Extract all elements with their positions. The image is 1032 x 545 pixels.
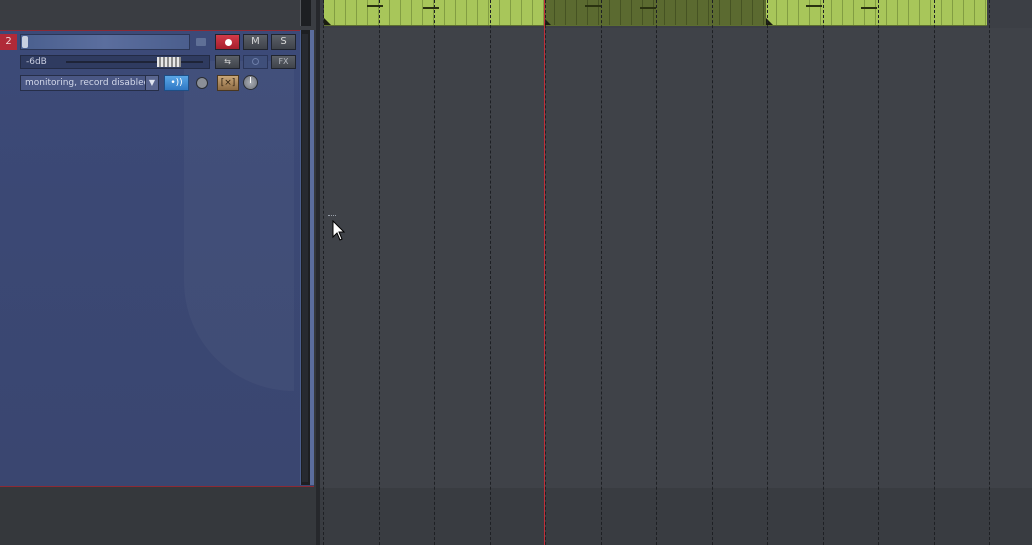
volume-fader-knob[interactable] [157, 57, 181, 67]
mute-button[interactable]: M [243, 34, 268, 50]
midi-item-selected[interactable] [544, 0, 766, 26]
volume-fader[interactable]: -6dB [20, 55, 210, 69]
track-name-grip [22, 36, 28, 48]
monitor-mode-select[interactable]: monitoring, record disabled: n ▼ [20, 75, 159, 91]
gridline [323, 0, 324, 545]
volume-fader-track [66, 61, 203, 63]
monitor-mode-value: monitoring, record disabled: n [25, 78, 159, 88]
track-color-strip [310, 30, 314, 485]
gridline [989, 0, 990, 545]
item-corner-icon [324, 18, 331, 25]
midi-item[interactable] [766, 0, 987, 26]
record-arm-button[interactable] [215, 34, 240, 50]
previous-track-strip [0, 0, 316, 30]
automation-icon: [×] [220, 78, 236, 88]
tcp-scrollbar-top[interactable] [300, 0, 311, 26]
phase-button[interactable] [196, 77, 208, 89]
automation-mode-button[interactable]: [×] [217, 75, 239, 91]
routing-button[interactable]: ⇆ [215, 55, 240, 69]
gridline [601, 0, 602, 545]
empty-tcp-area[interactable] [0, 487, 316, 545]
gridline [434, 0, 435, 545]
gridline [934, 0, 935, 545]
tcp-scroll-thumb[interactable] [302, 34, 308, 482]
arrange-view[interactable] [320, 0, 1032, 545]
mouse-pointer-icon [332, 220, 346, 241]
volume-label: -6dB [26, 57, 47, 67]
track-panel[interactable] [0, 30, 314, 487]
solo-button[interactable]: S [271, 34, 296, 50]
playhead-cursor [544, 0, 545, 545]
pan-knob[interactable] [243, 75, 258, 90]
gridline [767, 0, 768, 545]
gridline [545, 0, 546, 545]
fx-bypass-button[interactable] [243, 55, 268, 69]
empty-arrange-area[interactable] [320, 488, 1032, 545]
gridline [656, 0, 657, 545]
folder-icon[interactable] [196, 38, 206, 46]
gridline [712, 0, 713, 545]
record-dot-icon [225, 39, 232, 46]
pan-knob-indicator [250, 77, 251, 83]
chevron-down-icon[interactable]: ▼ [145, 76, 158, 90]
fx-button[interactable]: FX [271, 55, 296, 69]
gridline [823, 0, 824, 545]
gridline [490, 0, 491, 545]
speaker-icon: •)) [170, 78, 183, 88]
gridline [379, 0, 380, 545]
track-number: 2 [0, 34, 17, 50]
track-name-field[interactable] [20, 34, 190, 50]
gridline [878, 0, 879, 545]
power-icon [252, 58, 259, 65]
record-monitor-button[interactable]: •)) [164, 75, 189, 91]
track-lane[interactable] [320, 28, 1032, 488]
cursor-hotspot-marker [328, 215, 336, 219]
